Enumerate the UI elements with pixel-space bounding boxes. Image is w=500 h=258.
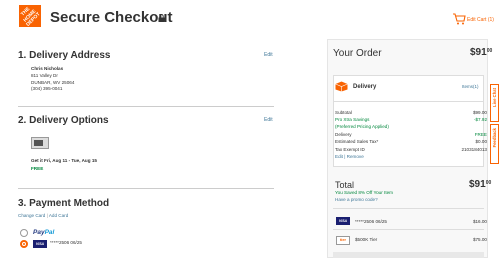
logo-text: THE HOME DEPOT (19, 6, 42, 28)
paypal-text-pal: Pal (44, 229, 55, 236)
feedback-tab[interactable]: Feedback (490, 124, 499, 164)
tax-exempt-value: 2103184013 (461, 147, 487, 152)
summary-footer (333, 252, 484, 258)
summary-card-amount: $16.00 (472, 219, 487, 224)
delivery-options-heading: 2. Delivery Options (18, 115, 109, 126)
edit-address-link[interactable]: Edit (264, 52, 273, 58)
summary-card-exp: 06/25 (375, 219, 387, 224)
home-depot-logo[interactable]: THE HOME DEPOT (19, 5, 42, 28)
page-title: Secure Checkout (50, 9, 173, 26)
delivery-date: Get it Fri, Aug 11 - Tue, Aug 15 (31, 158, 97, 163)
visa-card-radio[interactable] (20, 240, 28, 248)
package-icon (335, 81, 348, 92)
summary-divider (333, 101, 484, 102)
promo-code-link[interactable]: Have a promo code? (335, 197, 378, 204)
tier-label: $500K Tier (355, 237, 378, 242)
summary-visa-icon: VISA (336, 217, 350, 225)
address-block: Chris Nicholas 811 Valley Dr DUNBAR, WV … (31, 66, 74, 93)
payment-links: Change Card | Add Card (18, 213, 68, 220)
summary-card-digits: *****2506 (355, 219, 375, 224)
pro-xtra-savings-label: Pro Xtra Savings (335, 117, 370, 122)
summary-card-number: *****2506 06/25 (355, 219, 387, 224)
tier-badge-icon: tier (336, 236, 350, 245)
visa-card-icon: VISA (33, 240, 47, 248)
change-card-link[interactable]: Change Card (18, 213, 45, 218)
feedback-label: Feedback (492, 128, 497, 148)
header: THE HOME DEPOT Secure Checkout Edit Cart… (0, 0, 500, 38)
add-card-link[interactable]: Add Card (49, 213, 68, 218)
street-address: 811 Valley Dr (31, 72, 58, 78)
payment-method-heading: 3. Payment Method (18, 198, 110, 209)
preferred-pricing-note: (Preferred Pricing Applied) (335, 124, 389, 129)
total-value-dec: 00 (485, 180, 492, 186)
delivery-fee-label: Delivery (335, 132, 352, 137)
tier-amount: $75.00 (472, 237, 487, 242)
order-summary-title: Your Order (333, 48, 382, 59)
edit-cart-link[interactable]: Edit Cart (1) (467, 17, 494, 23)
tax-exempt-label: Tax Exempt ID (335, 147, 365, 152)
microwave-door (34, 140, 43, 146)
items-toggle-link[interactable]: Items(1) (462, 84, 479, 89)
total-int: $91 (470, 47, 487, 58)
delivery-label: Delivery (353, 84, 377, 90)
paypal-radio[interactable] (20, 229, 28, 237)
paypal-logo: PayPal (33, 229, 54, 236)
total-label: Total (335, 180, 355, 190)
delivery-fee-value: FREE (474, 132, 487, 137)
link-separator: | (46, 213, 48, 218)
sales-tax-label: Estimated Sales Tax* (335, 139, 379, 144)
edit-remove-tax-link[interactable]: Edit | Remove (335, 154, 364, 159)
subtotal-value: $99.00 (472, 110, 487, 115)
section-divider (18, 106, 274, 107)
pro-xtra-savings-value: -$7.92 (473, 117, 487, 122)
total-dec: 00 (486, 48, 493, 54)
savings-message: You Saved 8% Off Your Item (335, 190, 393, 195)
live-chat-label: Live Chat (492, 88, 497, 107)
payment-divider (333, 208, 484, 209)
paypal-text-pay: Pay (33, 229, 45, 236)
delivery-address-heading: 1. Delivery Address (18, 50, 111, 61)
lock-icon (158, 14, 165, 22)
product-thumbnail (31, 137, 49, 149)
cart-icon[interactable] (452, 13, 466, 25)
card-number: *****2506 06/25 (50, 240, 82, 245)
section-divider (18, 188, 274, 189)
city-state-zip: DUNBAR, WV 25064 (31, 79, 75, 85)
sales-tax-value: $0.00 (475, 139, 488, 144)
subtotal-label: Subtotal (335, 110, 352, 115)
edit-delivery-options-link[interactable]: Edit (264, 117, 273, 123)
total-value: $9100 (469, 179, 491, 190)
recipient-name: Chris Nicholas (31, 66, 64, 71)
order-total-top: $9100 (470, 47, 492, 58)
delivery-cost: FREE (31, 166, 44, 171)
total-value-int: $91 (469, 179, 486, 190)
live-chat-tab[interactable]: Live Chat (490, 84, 499, 122)
phone-number: (304) 395-0041 (31, 86, 63, 92)
payment-divider (333, 229, 484, 230)
